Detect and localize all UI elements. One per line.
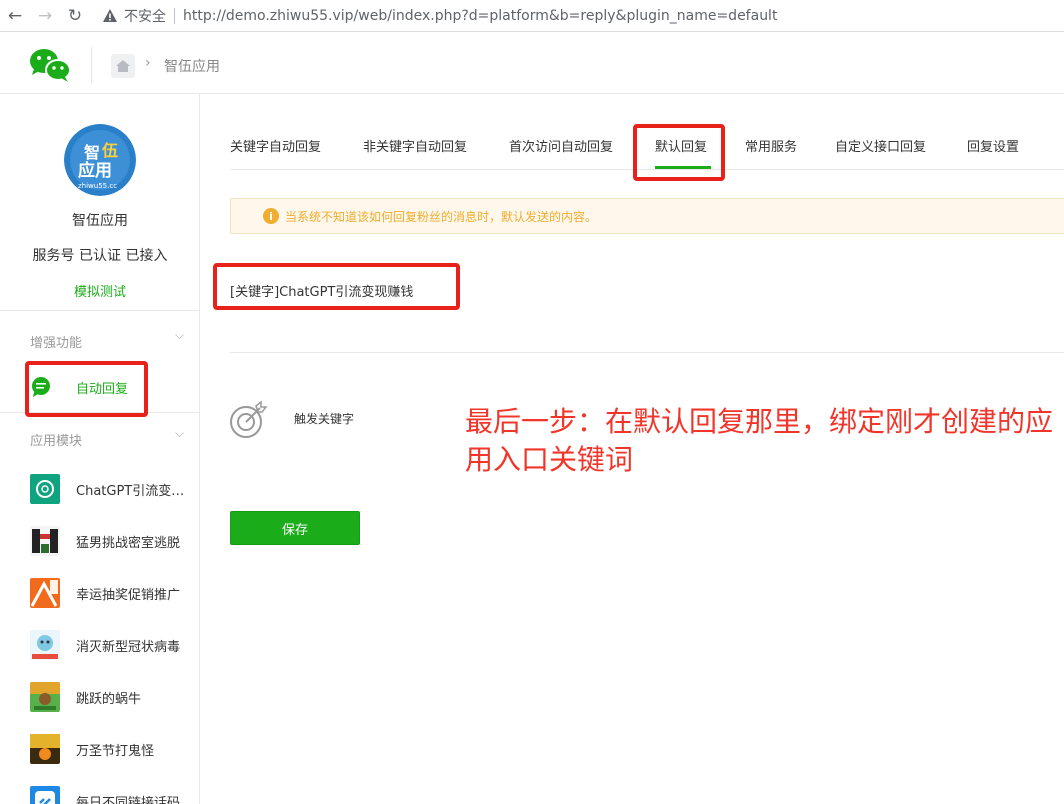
address-bar[interactable]: 不安全 http://demo.zhiwu55.vip/web/index.ph…: [94, 1, 777, 31]
sidebar-item-virus-game[interactable]: 消灭新型冠状病毒: [30, 629, 192, 661]
chevron-down-icon[interactable]: ⌵: [175, 328, 184, 343]
sidebar-item-link[interactable]: 每日不同链接话码: [30, 785, 192, 804]
info-notice: i 当系统不知道该如何回复粉丝的消息时，默认发送的内容。: [230, 198, 1064, 234]
content-divider: [230, 352, 1064, 353]
sidebar-item-snail-game[interactable]: 跳跃的蜗牛: [30, 681, 192, 713]
wechat-logo-icon[interactable]: [28, 47, 72, 83]
tab-non-keyword-reply[interactable]: 非关键字自动回复: [363, 136, 467, 155]
snail-game-thumb: [30, 682, 60, 712]
sidebar-item-chatgpt[interactable]: ChatGPT引流变现赚钱: [30, 473, 192, 505]
tab-reply-settings[interactable]: 回复设置: [967, 136, 1019, 155]
forward-arrow-icon[interactable]: →: [30, 1, 60, 31]
lottery-thumb: [30, 578, 60, 608]
halloween-thumb: [30, 734, 60, 764]
chevron-down-icon[interactable]: ⌵: [175, 426, 184, 441]
sidebar-divider: [0, 310, 200, 311]
sidebar-item-lottery[interactable]: 幸运抽奖促销推广: [30, 577, 192, 609]
account-name: 智伍应用: [72, 213, 128, 229]
section-title-enhance[interactable]: 增强功能: [30, 332, 82, 351]
warning-icon: [103, 8, 117, 22]
module-label: 万圣节打鬼怪: [76, 743, 155, 759]
sim-test-link[interactable]: 模拟测试: [0, 281, 200, 300]
tab-first-visit-reply[interactable]: 首次访问自动回复: [509, 136, 613, 155]
highlight-box-tab: [633, 124, 725, 181]
virus-game-thumb: [30, 630, 60, 660]
chevron-right-icon: ›: [145, 55, 151, 71]
sidebar-item-halloween[interactable]: 万圣节打鬼怪: [30, 733, 192, 765]
avatar-char-3: 应用: [78, 160, 112, 181]
url-separator: [174, 7, 175, 24]
home-icon[interactable]: [111, 54, 135, 78]
back-arrow-icon[interactable]: ←: [0, 1, 30, 31]
sidebar-item-escape-room[interactable]: 猛男挑战密室逃脱: [30, 525, 192, 557]
browser-toolbar: ← → ↻ 不安全 http://demo.zhiwu55.vip/web/in…: [0, 0, 1064, 32]
tab-common-services[interactable]: 常用服务: [745, 136, 797, 155]
tab-keyword-reply[interactable]: 关键字自动回复: [230, 136, 321, 155]
sidebar: 智 伍 应用 zhiwu55.cc 智伍应用 服务号 已认证 已接入 模拟测试 …: [0, 94, 200, 804]
link-thumb: [30, 786, 60, 804]
tutorial-annotation: 最后一步：在默认回复那里，绑定刚才创建的应用入口关键词: [465, 405, 1054, 476]
highlight-box-keyword: [213, 263, 460, 310]
url-text[interactable]: http://demo.zhiwu55.vip/web/index.php?d=…: [183, 8, 777, 24]
avatar-char-1: 智: [84, 143, 100, 162]
trigger-keyword-label[interactable]: 触发关键字: [294, 410, 354, 427]
reload-icon[interactable]: ↻: [60, 1, 90, 31]
escape-room-thumb: [30, 526, 60, 556]
avatar-char-2: 伍: [101, 141, 118, 160]
info-icon: i: [263, 208, 279, 224]
avatar: 智 伍 应用 zhiwu55.cc: [64, 124, 136, 196]
app-header: › 智伍应用: [0, 33, 1064, 94]
header-divider: [91, 47, 92, 83]
tab-custom-api-reply[interactable]: 自定义接口回复: [835, 136, 926, 155]
section-title-modules[interactable]: 应用模块: [30, 430, 82, 449]
avatar-domain: zhiwu55.cc: [78, 182, 117, 190]
target-icon[interactable]: [228, 400, 268, 440]
openai-icon: [30, 474, 60, 504]
module-label: ChatGPT引流变现赚钱: [76, 483, 192, 499]
highlight-box-menu: [25, 361, 148, 417]
account-type: 服务号 已认证 已接入: [32, 248, 168, 264]
module-label: 跳跃的蜗牛: [76, 691, 142, 707]
insecure-label: 不安全: [124, 8, 166, 25]
module-label: 幸运抽奖促销推广: [76, 587, 181, 603]
save-button[interactable]: 保存: [230, 511, 360, 545]
notice-text: 当系统不知道该如何回复粉丝的消息时，默认发送的内容。: [285, 209, 598, 224]
module-label: 消灭新型冠状病毒: [76, 639, 181, 655]
module-label: 猛男挑战密室逃脱: [76, 535, 181, 551]
module-label: 每日不同链接话码: [76, 795, 181, 804]
breadcrumb-current[interactable]: 智伍应用: [164, 56, 220, 76]
